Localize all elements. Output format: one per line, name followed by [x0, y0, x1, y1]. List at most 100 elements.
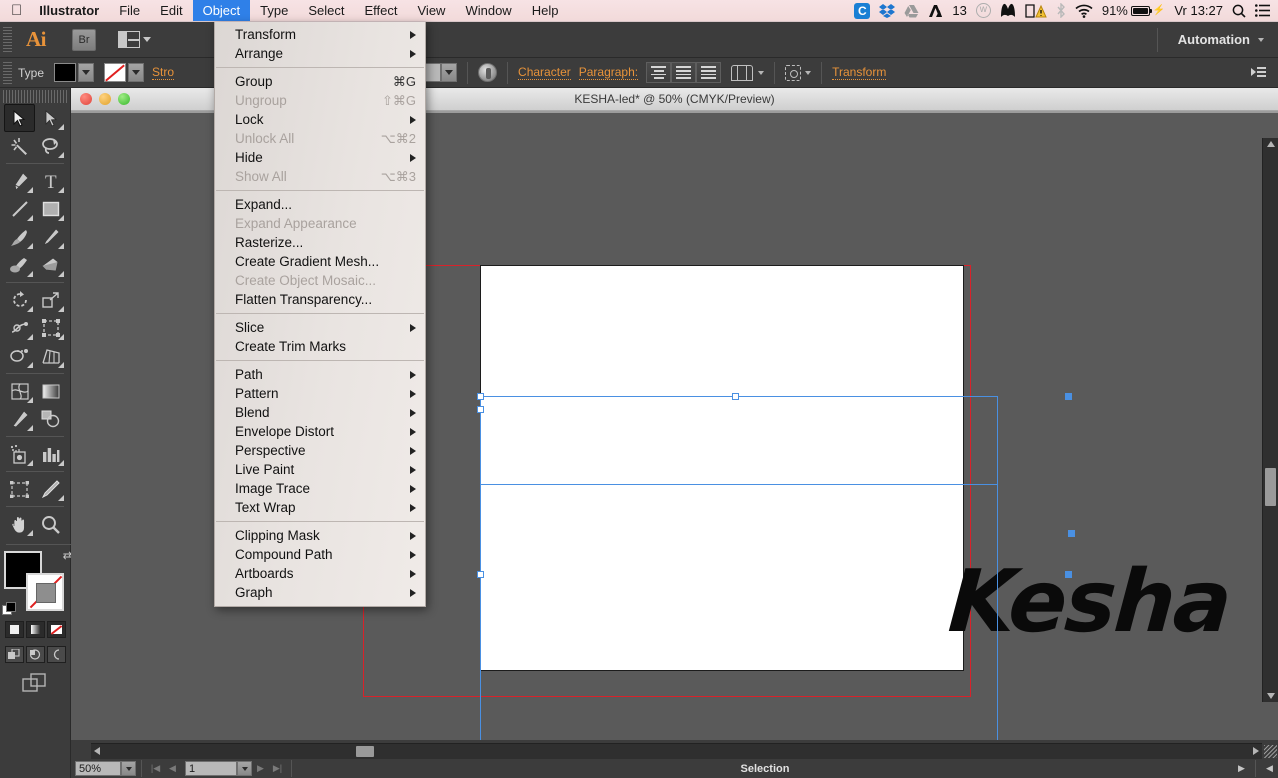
menu-object[interactable]: Object: [192, 0, 251, 21]
stroke-control[interactable]: [104, 63, 145, 82]
bluetooth-icon[interactable]: [1056, 3, 1066, 18]
none-button[interactable]: [46, 621, 66, 638]
selection-handle-tl[interactable]: [477, 393, 484, 400]
selection-handle-tr[interactable]: [1065, 393, 1072, 400]
clock[interactable]: Vr 13:27: [1174, 3, 1223, 18]
lasso-tool[interactable]: [35, 132, 66, 160]
menu-window[interactable]: Window: [455, 1, 521, 20]
align-center-button[interactable]: [671, 62, 697, 83]
scroll-left-icon[interactable]: [94, 747, 100, 755]
symbol-sprayer-tool[interactable]: [4, 440, 35, 468]
selection-tool[interactable]: [4, 104, 35, 132]
menu-item-arrange[interactable]: Arrange: [215, 44, 425, 63]
menu-item-path[interactable]: Path: [215, 365, 425, 384]
vertical-scroll-thumb[interactable]: [1265, 468, 1276, 506]
vertical-scrollbar[interactable]: [1262, 138, 1278, 702]
notification-center-icon[interactable]: [1255, 4, 1270, 17]
tools-panel-grip[interactable]: [3, 90, 67, 103]
stroke-swatch[interactable]: [104, 63, 127, 82]
menu-item-live-paint[interactable]: Live Paint: [215, 460, 425, 479]
menu-file[interactable]: File: [109, 1, 150, 20]
gradient-tool[interactable]: [35, 377, 66, 405]
cleanmymac-icon[interactable]: C: [854, 2, 871, 19]
selection-handle-extra[interactable]: [1068, 530, 1075, 537]
workspace-switcher[interactable]: Automation: [1156, 27, 1278, 52]
first-artboard-button[interactable]: |◀: [147, 760, 164, 777]
character-label[interactable]: Character: [518, 65, 571, 80]
status-menu-button[interactable]: ▶: [1233, 760, 1250, 777]
google-drive-icon[interactable]: [904, 4, 919, 18]
menu-edit[interactable]: Edit: [150, 1, 192, 20]
selection-handle-ml[interactable]: [477, 571, 484, 578]
zoom-level-field[interactable]: 50%: [75, 761, 121, 776]
menu-item-clipping-mask[interactable]: Clipping Mask: [215, 526, 425, 545]
notification-count[interactable]: 13: [952, 3, 966, 18]
menu-item-flatten-transparency[interactable]: Flatten Transparency...: [215, 290, 425, 309]
wacom-icon[interactable]: w: [975, 3, 991, 18]
draw-normal-button[interactable]: [4, 646, 24, 663]
align-right-button[interactable]: [696, 62, 722, 83]
default-fill-stroke-icon[interactable]: [2, 602, 16, 615]
next-artboard-button[interactable]: ▶: [252, 760, 269, 777]
menu-help[interactable]: Help: [522, 1, 569, 20]
arrange-documents-button[interactable]: [118, 31, 151, 48]
mesh-tool[interactable]: [4, 377, 35, 405]
paintbrush-tool[interactable]: [4, 223, 35, 251]
last-artboard-button[interactable]: ▶|: [269, 760, 286, 777]
opacity-dropdown[interactable]: [441, 63, 458, 82]
menu-item-graph[interactable]: Graph: [215, 583, 425, 602]
menu-item-hide[interactable]: Hide: [215, 148, 425, 167]
apple-icon[interactable]: : [0, 3, 35, 18]
menu-item-envelope-distort[interactable]: Envelope Distort: [215, 422, 425, 441]
perspective-grid-tool[interactable]: [35, 342, 66, 370]
hand-tool[interactable]: [4, 510, 35, 538]
direct-selection-tool[interactable]: [35, 104, 66, 132]
magic-wand-tool[interactable]: [4, 132, 35, 160]
menu-item-expand[interactable]: Expand...: [215, 195, 425, 214]
wifi-icon[interactable]: [1075, 4, 1093, 18]
scroll-left-button[interactable]: ◀: [1261, 760, 1278, 777]
paragraph-label[interactable]: Paragraph:: [578, 65, 639, 80]
draw-inside-button[interactable]: [46, 646, 66, 663]
menu-item-blend[interactable]: Blend: [215, 403, 425, 422]
menu-item-transform[interactable]: Transform: [215, 25, 425, 44]
column-graph-tool[interactable]: [35, 440, 66, 468]
pencil-tool[interactable]: [35, 223, 66, 251]
rectangle-tool[interactable]: [35, 195, 66, 223]
bridge-button[interactable]: Br: [72, 28, 96, 51]
width-tool[interactable]: [4, 314, 35, 342]
menu-view[interactable]: View: [408, 1, 456, 20]
fill-control[interactable]: [54, 63, 95, 82]
paragraph-alignment-group[interactable]: [646, 62, 722, 83]
transform-label[interactable]: Transform: [832, 65, 887, 80]
menu-item-pattern[interactable]: Pattern: [215, 384, 425, 403]
menu-item-artboards[interactable]: Artboards: [215, 564, 425, 583]
scroll-up-icon[interactable]: [1267, 141, 1275, 147]
dropbox-icon[interactable]: [879, 3, 896, 18]
menu-item-slice[interactable]: Slice: [215, 318, 425, 337]
search-icon[interactable]: [1232, 4, 1246, 18]
scroll-down-icon[interactable]: [1267, 693, 1275, 699]
selection-handle-anchor[interactable]: [477, 406, 484, 413]
zoom-dropdown[interactable]: [121, 761, 136, 776]
selection-handle-mr[interactable]: [1065, 571, 1072, 578]
eraser-tool[interactable]: [35, 251, 66, 279]
menu-item-text-wrap[interactable]: Text Wrap: [215, 498, 425, 517]
recolor-artwork-icon[interactable]: [478, 63, 498, 82]
free-transform-tool[interactable]: [35, 314, 66, 342]
draw-behind-button[interactable]: [25, 646, 45, 663]
horizontal-scrollbar[interactable]: [91, 743, 1262, 759]
previous-artboard-button[interactable]: ◀: [164, 760, 181, 777]
horizontal-scroll-thumb[interactable]: [356, 746, 374, 757]
envelope-distort-icon[interactable]: [731, 64, 754, 81]
pen-tool[interactable]: [4, 167, 35, 195]
blob-brush-tool[interactable]: [4, 251, 35, 279]
screen-mode-button[interactable]: [0, 673, 70, 693]
panel-menu-icon[interactable]: [1251, 66, 1266, 79]
zoom-tool[interactable]: [35, 510, 66, 538]
menu-item-create-trim-marks[interactable]: Create Trim Marks: [215, 337, 425, 356]
stroke-color-swatch[interactable]: [26, 573, 64, 611]
artboard-number-field[interactable]: 1: [185, 761, 237, 776]
shape-builder-tool[interactable]: [4, 342, 35, 370]
fill-dropdown[interactable]: [78, 63, 95, 82]
